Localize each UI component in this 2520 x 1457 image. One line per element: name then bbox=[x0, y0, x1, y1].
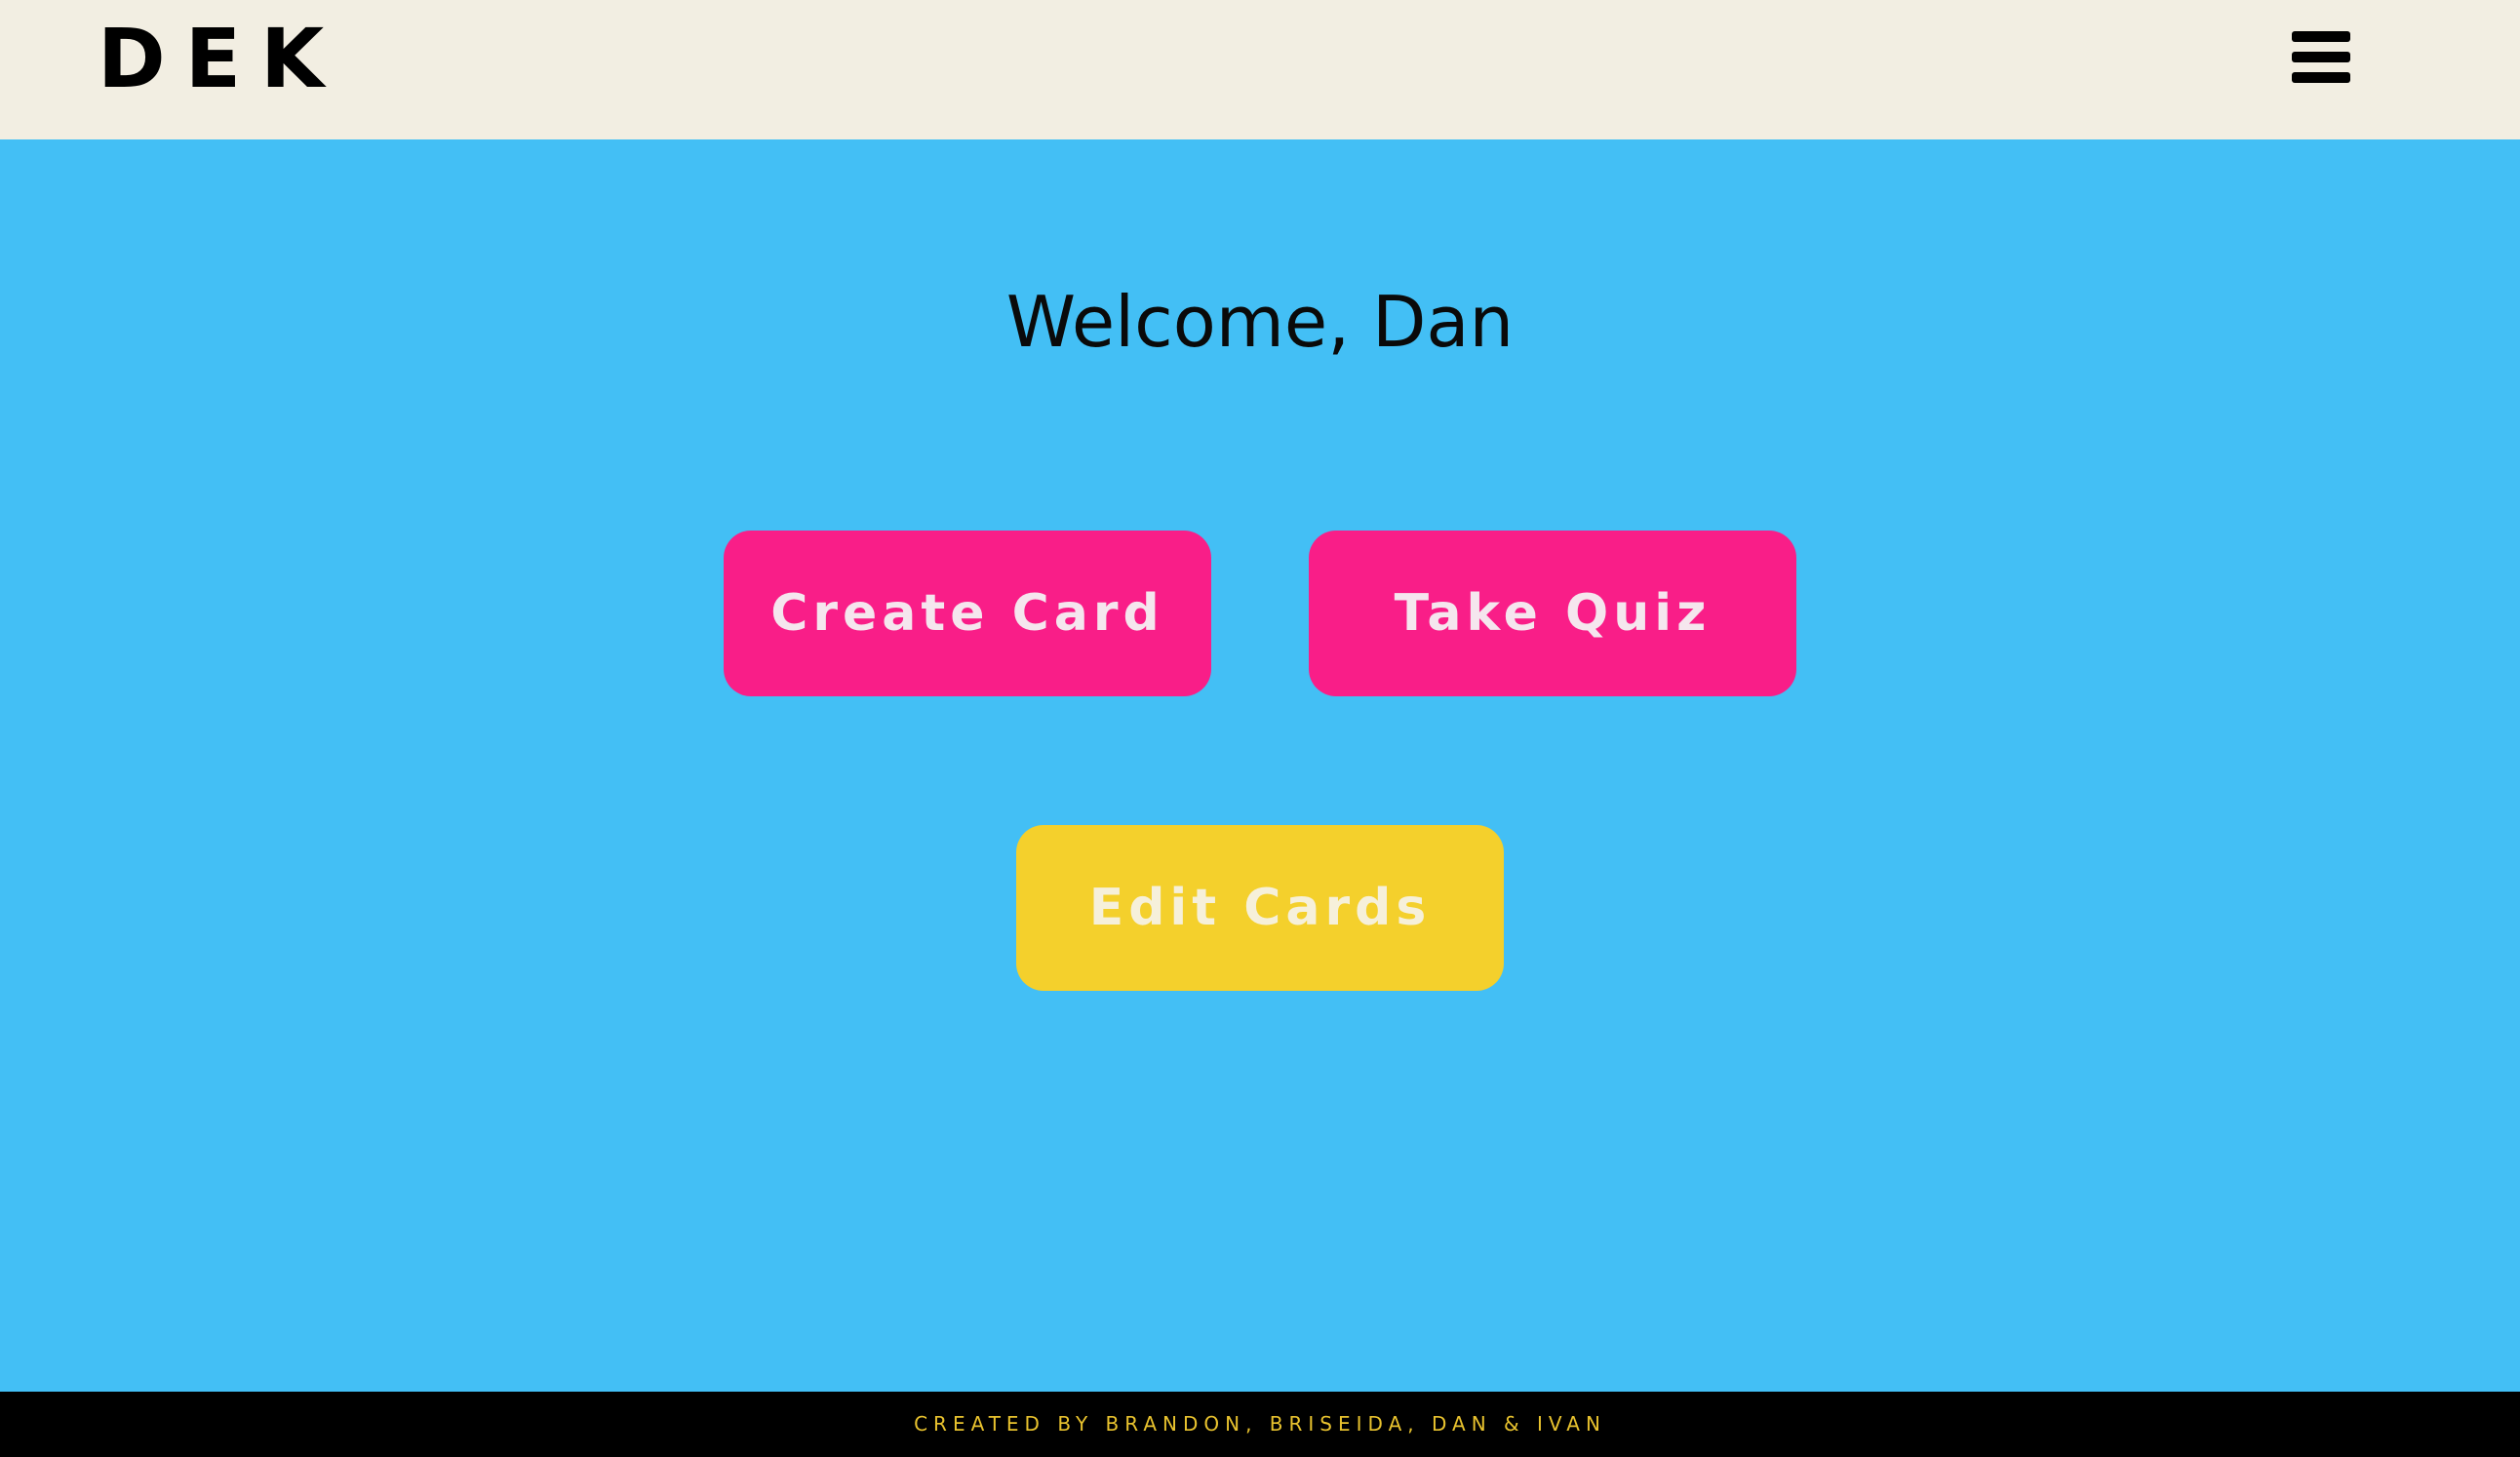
footer: CREATED BY BRANDON, BRISEIDA, DAN & IVAN bbox=[0, 1392, 2520, 1457]
menu-bar-top bbox=[2292, 31, 2350, 42]
take-quiz-button[interactable]: Take Quiz bbox=[1309, 531, 1796, 696]
create-card-button[interactable]: Create Card bbox=[724, 531, 1211, 696]
menu-bar-middle bbox=[2292, 52, 2350, 62]
top-nav-bar: DEK bbox=[0, 0, 2520, 139]
hamburger-menu-icon[interactable] bbox=[2282, 25, 2350, 90]
edit-cards-button[interactable]: Edit Cards bbox=[1016, 825, 1504, 991]
footer-credits: CREATED BY BRANDON, BRISEIDA, DAN & IVAN bbox=[914, 1412, 1606, 1436]
menu-bar-bottom bbox=[2292, 72, 2350, 83]
welcome-heading: Welcome, Dan bbox=[1005, 281, 1515, 363]
app-logo[interactable]: DEK bbox=[98, 14, 343, 103]
